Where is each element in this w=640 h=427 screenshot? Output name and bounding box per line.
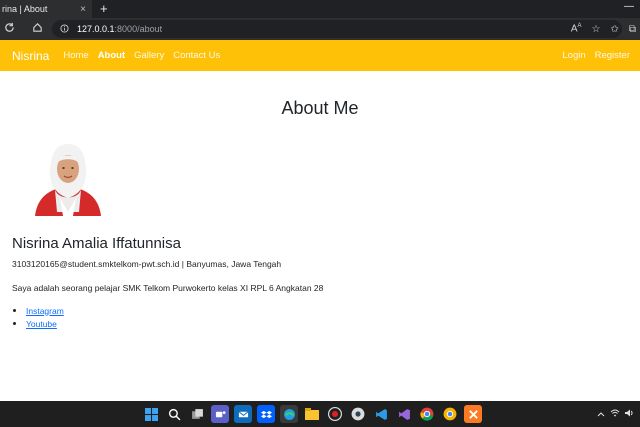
bullet-icon: [13, 322, 16, 325]
nav-link-login[interactable]: Login: [562, 50, 585, 61]
page-title: About Me: [281, 98, 359, 118]
mail-icon[interactable]: [234, 405, 252, 423]
list-item: Youtube: [12, 317, 64, 330]
system-tray: [597, 401, 634, 427]
file-explorer-icon[interactable]: [303, 405, 321, 423]
site-info-icon[interactable]: [60, 23, 69, 35]
visual-studio-icon[interactable]: [395, 405, 413, 423]
profile-photo: [33, 142, 103, 216]
social-links-list: Instagram Youtube: [12, 304, 64, 330]
add-favorite-icon[interactable]: ☆: [592, 24, 601, 35]
chrome-icon[interactable]: [418, 405, 436, 423]
list-item: Instagram: [12, 304, 64, 317]
favorites-icon[interactable]: ✩: [610, 24, 618, 35]
collections-icon[interactable]: ⧉: [629, 24, 636, 35]
tab-title: rina | About: [2, 4, 48, 14]
nav-link-gallery[interactable]: Gallery: [134, 50, 164, 61]
steam-icon[interactable]: [349, 405, 367, 423]
search-icon[interactable]: [165, 405, 183, 423]
new-tab-button[interactable]: +: [100, 0, 108, 18]
toolbar-right-icons: AA ☆ ✩ ⧉: [571, 18, 636, 40]
obs-icon[interactable]: [326, 405, 344, 423]
window-minimize-button[interactable]: —: [624, 1, 634, 12]
home-icon[interactable]: [28, 22, 46, 36]
windows-start-icon[interactable]: [142, 405, 160, 423]
teams-icon[interactable]: [211, 405, 229, 423]
xampp-icon[interactable]: [464, 405, 482, 423]
navbar-auth-links: Login Register: [562, 40, 630, 71]
url-path: :8000/about: [114, 24, 163, 34]
nav-link-about[interactable]: About: [98, 50, 125, 61]
browser-tab-about[interactable]: rina | About ×: [0, 0, 92, 18]
nav-link-contact[interactable]: Contact Us: [173, 50, 220, 61]
reload-icon[interactable]: [0, 22, 18, 36]
profile-contact: 3103120165@student.smktelkom-pwt.sch.id …: [12, 259, 282, 269]
profile-name: Nisrina Amalia Iffatunnisa: [12, 235, 181, 252]
bullet-icon: [13, 309, 16, 312]
navbar: Nisrina Home About Gallery Contact Us Lo…: [0, 40, 640, 71]
chrome-canary-icon[interactable]: [441, 405, 459, 423]
read-aloud-icon[interactable]: AA: [571, 23, 582, 34]
task-view-icon[interactable]: [188, 405, 206, 423]
nav-link-register[interactable]: Register: [595, 50, 630, 61]
browser-tab-strip: rina | About × + —: [0, 0, 640, 18]
chevron-up-icon[interactable]: [597, 410, 605, 419]
youtube-link[interactable]: Youtube: [26, 319, 57, 329]
tab-close-icon[interactable]: ×: [80, 4, 86, 15]
browser-toolbar: 127.0.0.1:8000/about AA ☆ ✩ ⧉: [0, 18, 640, 40]
edge-icon[interactable]: [280, 405, 298, 423]
profile-description: Saya adalah seorang pelajar SMK Telkom P…: [12, 283, 324, 293]
url-host: 127.0.0.1: [77, 24, 115, 34]
taskbar-apps: [142, 404, 482, 424]
volume-icon[interactable]: [625, 409, 634, 419]
dropbox-icon[interactable]: [257, 405, 275, 423]
instagram-link[interactable]: Instagram: [26, 306, 64, 316]
nav-link-home[interactable]: Home: [63, 50, 88, 61]
address-bar[interactable]: 127.0.0.1:8000/about: [52, 20, 622, 38]
navbar-brand[interactable]: Nisrina: [12, 49, 49, 63]
taskbar: [0, 401, 640, 427]
wifi-icon[interactable]: [610, 409, 620, 419]
vscode-icon[interactable]: [372, 405, 390, 423]
